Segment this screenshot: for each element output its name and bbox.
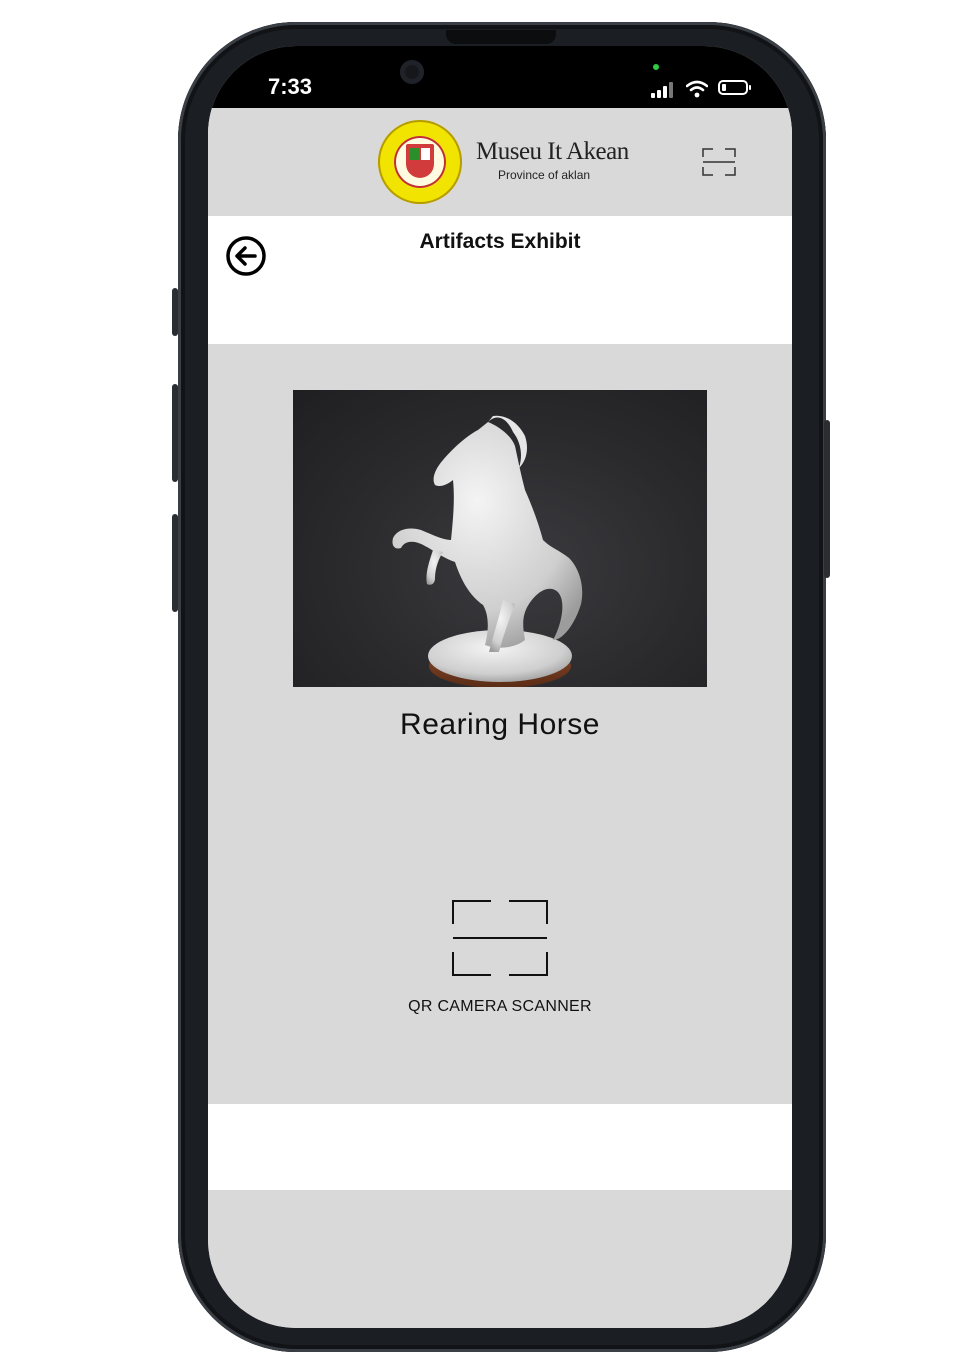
- mute-switch: [172, 288, 178, 336]
- volume-up-button: [172, 384, 178, 482]
- app-subtitle: Province of aklan: [498, 168, 591, 182]
- title-bar: Artifacts Exhibit: [208, 216, 792, 344]
- wifi-icon: [686, 80, 708, 98]
- page-title: Artifacts Exhibit: [419, 230, 581, 253]
- status-time: 7:33: [268, 74, 313, 99]
- artifact-image[interactable]: [293, 390, 707, 687]
- qr-scanner-icon[interactable]: [702, 148, 736, 176]
- speaker-notch: [446, 30, 556, 44]
- battery-icon: [718, 80, 751, 95]
- volume-down-button: [172, 514, 178, 612]
- qr-camera-scanner-icon[interactable]: [452, 900, 548, 976]
- power-button: [824, 420, 830, 578]
- app-header: Museu It Akean Province of aklan: [208, 108, 792, 216]
- artifact-name: Rearing Horse: [400, 708, 600, 741]
- horse-statue-illustration: [392, 415, 583, 687]
- screen: 7:33 Museu It Akean Province of aklan Ar…: [208, 46, 792, 1328]
- front-camera-icon: [400, 60, 424, 84]
- artifact-content: Rearing Horse QR CAMERA SCANNER: [208, 344, 792, 1104]
- bottom-panel: [208, 1104, 792, 1190]
- camera-indicator-dot: [653, 64, 659, 70]
- app-title: Museu It Akean: [476, 138, 629, 165]
- province-seal-logo: [378, 120, 462, 204]
- cellular-signal-icon: [651, 82, 679, 98]
- qr-camera-scanner-label[interactable]: QR CAMERA SCANNER: [208, 998, 792, 1016]
- brand: Museu It Akean Province of aklan: [476, 138, 629, 182]
- bottom-area: [208, 1190, 792, 1328]
- status-bar: 7:33: [208, 46, 792, 108]
